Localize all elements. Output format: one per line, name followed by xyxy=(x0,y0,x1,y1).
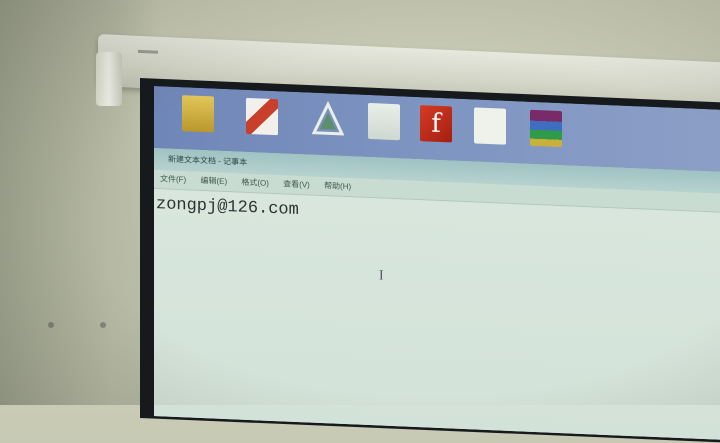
menu-file[interactable]: 文件(F) xyxy=(160,174,186,184)
housing-end-cap xyxy=(96,52,122,106)
text-cursor-icon: I xyxy=(379,268,384,284)
projected-screen: f 新建文本文档 - 记事本 文件(F) 编辑(E) 格式(O) 查看(V) 帮… xyxy=(154,86,720,441)
text-editor-area[interactable]: zongpj@126.com I xyxy=(154,189,720,441)
menu-edit[interactable]: 编辑(E) xyxy=(200,176,227,186)
menu-help[interactable]: 帮助(H) xyxy=(324,181,351,191)
winrar-icon xyxy=(530,109,562,148)
dreamweaver-icon xyxy=(368,102,400,141)
menu-format[interactable]: 格式(O) xyxy=(241,178,269,188)
desktop-icon-winrar[interactable] xyxy=(510,109,582,166)
flash-icon: f xyxy=(420,105,452,143)
housing-brand-mark xyxy=(138,49,158,54)
app-red-icon xyxy=(246,97,278,136)
triangle-app-icon xyxy=(311,100,345,138)
desktop-icon-app[interactable] xyxy=(226,97,298,154)
folder-icon xyxy=(182,95,214,133)
desktop-icon-folder[interactable] xyxy=(162,94,234,151)
notepad-window: 新建文本文档 - 记事本 文件(F) 编辑(E) 格式(O) 查看(V) 帮助(… xyxy=(154,148,720,441)
wall-mark xyxy=(100,322,106,328)
document-icon xyxy=(474,107,506,145)
wall-mark xyxy=(48,322,54,328)
editor-text: zongpj@126.com xyxy=(156,195,299,221)
menu-view[interactable]: 查看(V) xyxy=(283,179,310,189)
